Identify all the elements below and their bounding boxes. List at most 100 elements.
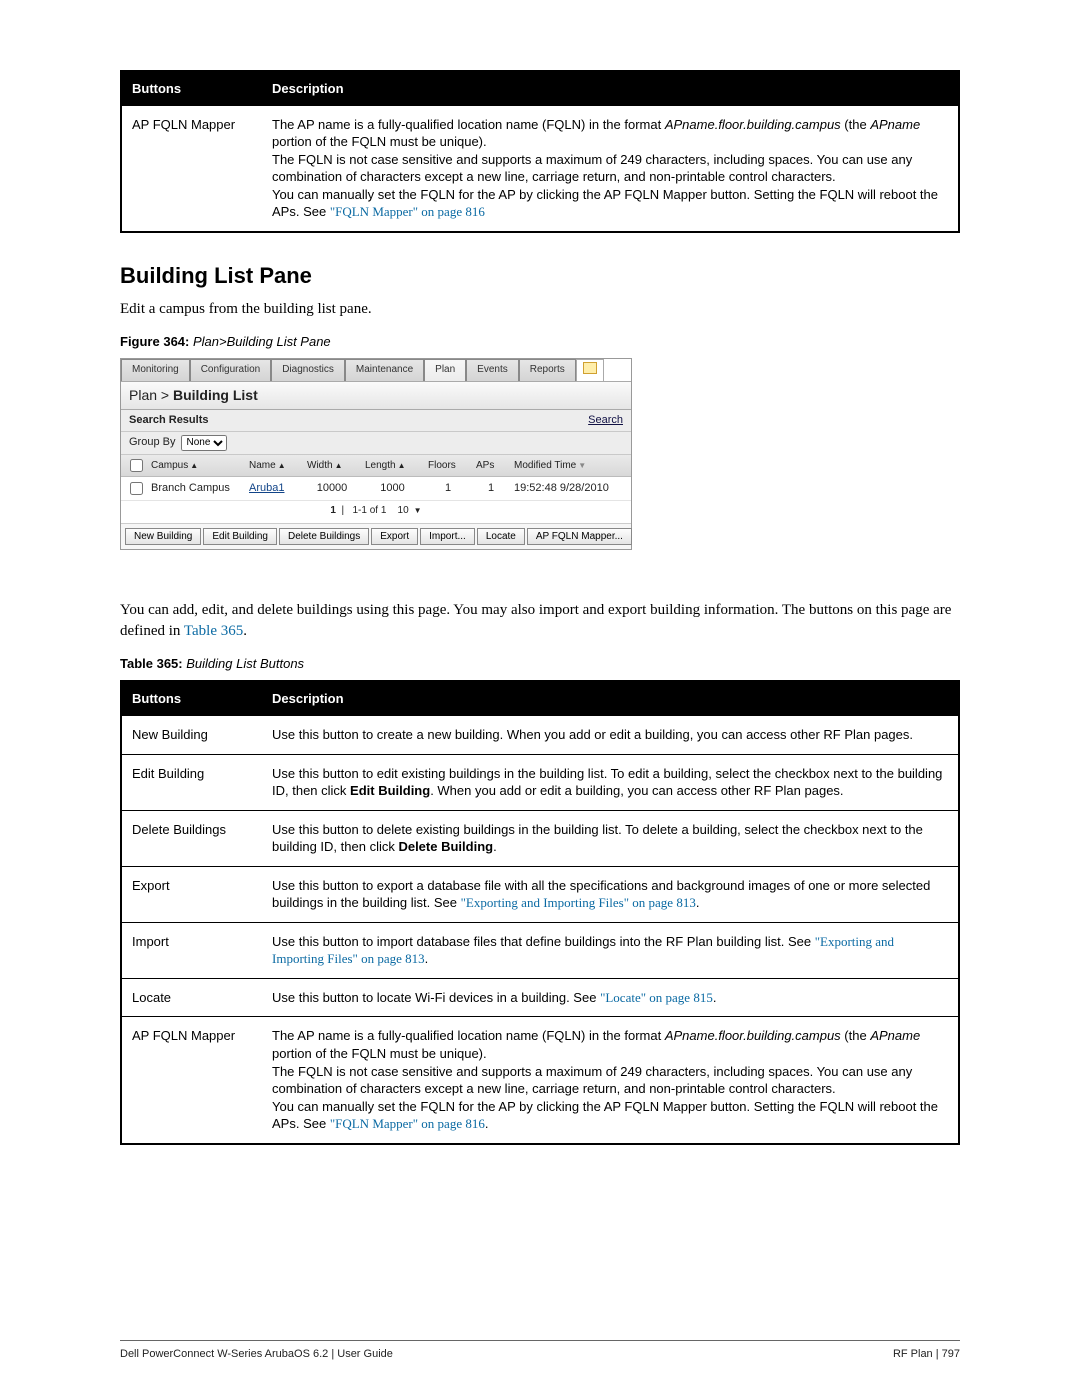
tab-reports[interactable]: Reports (519, 359, 576, 381)
col-description: Description (262, 681, 959, 716)
cell-width: 10000 (303, 479, 361, 498)
sort-asc-icon: ▲ (190, 461, 198, 470)
col-floors[interactable]: Floors (424, 457, 472, 475)
col-buttons: Buttons (121, 681, 262, 716)
locate-button[interactable]: Locate (477, 528, 525, 545)
tab-events[interactable]: Events (466, 359, 519, 381)
fqln-mapper-link[interactable]: "FQLN Mapper" on page 816 (330, 1116, 485, 1131)
flag-icon (583, 362, 597, 374)
export-button[interactable]: Export (371, 528, 418, 545)
desc-italic: APname.floor.building.campus (665, 117, 841, 132)
caption-italic: Plan>Building List Pane (193, 334, 331, 349)
table-row: Edit Building Use this button to edit ex… (121, 754, 959, 810)
col-modified-time[interactable]: Modified Time▼ (510, 457, 627, 475)
tab-monitoring[interactable]: Monitoring (121, 359, 190, 381)
footer-right: RF Plan | 797 (893, 1347, 960, 1362)
cell-description: Use this button to delete existing build… (262, 810, 959, 866)
cell-description: Use this button to export a database fil… (262, 866, 959, 922)
table-row: Import Use this button to import databas… (121, 922, 959, 978)
text-fragment: Use this button to locate Wi-Fi devices … (272, 990, 600, 1005)
cell-floors: 1 (424, 479, 472, 498)
caption-bold: Figure 364: (120, 334, 189, 349)
cell-description: Use this button to import database files… (262, 922, 959, 978)
sort-asc-icon: ▲ (398, 461, 406, 470)
ap-fqln-mapper-button[interactable]: AP FQLN Mapper... (527, 528, 632, 545)
text-fragment: portion of the FQLN must be unique). (272, 1046, 487, 1061)
mid-paragraph: You can add, edit, and delete buildings … (120, 600, 960, 641)
table-row: AP FQLN Mapper The AP name is a fully-qu… (121, 106, 959, 232)
group-by-select[interactable]: None (181, 435, 227, 451)
col-length[interactable]: Length▲ (361, 457, 424, 475)
cell-button-label: Locate (121, 978, 262, 1017)
new-building-button[interactable]: New Building (125, 528, 201, 545)
text-fragment: (the (841, 1028, 871, 1043)
tab-flag[interactable] (576, 359, 604, 381)
text-fragment: The FQLN is not case sensitive and suppo… (272, 1064, 912, 1097)
col-buttons: Buttons (121, 71, 262, 106)
table-row: Export Use this button to export a datab… (121, 866, 959, 922)
caption-bold: Table 365: (120, 656, 183, 671)
desc-italic: APname (870, 117, 920, 132)
cell-button-label: AP FQLN Mapper (121, 1017, 262, 1144)
desc-fragment: The AP name is a fully-qualified locatio… (272, 117, 665, 132)
select-all-checkbox[interactable] (130, 457, 143, 475)
page-title-bold: Building List (173, 387, 258, 403)
tab-diagnostics[interactable]: Diagnostics (271, 359, 345, 381)
cell-description: Use this button to create a new building… (262, 716, 959, 754)
col-campus[interactable]: Campus▲ (147, 457, 245, 475)
tab-plan[interactable]: Plan (424, 359, 466, 381)
caption-italic: Building List Buttons (186, 656, 304, 671)
tab-configuration[interactable]: Configuration (190, 359, 271, 381)
col-width[interactable]: Width▲ (303, 457, 361, 475)
plan-building-list-screenshot: Monitoring Configuration Diagnostics Mai… (120, 358, 632, 550)
table-row: Locate Use this button to locate Wi-Fi d… (121, 978, 959, 1017)
page-footer: Dell PowerConnect W-Series ArubaOS 6.2 |… (120, 1340, 960, 1362)
footer-left: Dell PowerConnect W-Series ArubaOS 6.2 |… (120, 1347, 393, 1362)
cell-description: The AP name is a fully-qualified locatio… (262, 106, 959, 232)
sort-asc-icon: ▲ (278, 461, 286, 470)
table-365: Buttons Description New Building Use thi… (120, 680, 960, 1144)
locate-link[interactable]: "Locate" on page 815 (600, 990, 713, 1005)
text-fragment: . (425, 951, 429, 966)
text-fragment: . (713, 990, 717, 1005)
cell-button-label: Export (121, 866, 262, 922)
text-bold: Edit Building (350, 783, 430, 798)
button-bar: New Building Edit Building Delete Buildi… (121, 523, 631, 549)
cell-button-label: New Building (121, 716, 262, 754)
cell-name-link[interactable]: Aruba1 (245, 479, 303, 498)
desc-fragment: (the (841, 117, 871, 132)
delete-buildings-button[interactable]: Delete Buildings (279, 528, 369, 545)
pager-page-size[interactable]: 10 (398, 505, 409, 516)
import-button[interactable]: Import... (420, 528, 475, 545)
text-fragment: Use this button to delete existing build… (272, 822, 923, 855)
table-365-link[interactable]: Table 365 (184, 623, 243, 639)
text-bold: Delete Building (398, 839, 493, 854)
row-checkbox[interactable] (130, 479, 143, 498)
edit-building-button[interactable]: Edit Building (203, 528, 277, 545)
pager-current: 1 (330, 505, 336, 516)
breadcrumb: Plan > (129, 387, 173, 403)
desc-fragment: portion of the FQLN must be unique). (272, 134, 487, 149)
text-fragment: Use this button to import database files… (272, 934, 815, 949)
chevron-down-icon[interactable]: ▼ (411, 506, 421, 515)
tab-maintenance[interactable]: Maintenance (345, 359, 424, 381)
fqln-mapper-link[interactable]: "FQLN Mapper" on page 816 (330, 204, 485, 219)
cell-length: 1000 (361, 479, 424, 498)
cell-modified: 19:52:48 9/28/2010 (510, 479, 627, 498)
col-name[interactable]: Name▲ (245, 457, 303, 475)
text-italic: APname.floor.building.campus (665, 1028, 841, 1043)
text-fragment: . (243, 623, 247, 639)
search-link[interactable]: Search (588, 413, 623, 428)
pager-range: 1-1 of 1 (352, 505, 386, 516)
grid-header: Campus▲ Name▲ Width▲ Length▲ Floors APs … (121, 455, 631, 478)
cell-campus: Branch Campus (147, 479, 245, 498)
sort-asc-icon: ▲ (335, 461, 343, 470)
col-aps[interactable]: APs (472, 457, 510, 475)
table-365-caption: Table 365: Building List Buttons (120, 655, 960, 673)
cell-button-label: Delete Buildings (121, 810, 262, 866)
exporting-importing-link[interactable]: "Exporting and Importing Files" on page … (461, 895, 696, 910)
text-fragment: . When you add or edit a building, you c… (430, 783, 843, 798)
tab-bar: Monitoring Configuration Diagnostics Mai… (121, 359, 631, 381)
text-italic: APname (870, 1028, 920, 1043)
table-row: Delete Buildings Use this button to dele… (121, 810, 959, 866)
